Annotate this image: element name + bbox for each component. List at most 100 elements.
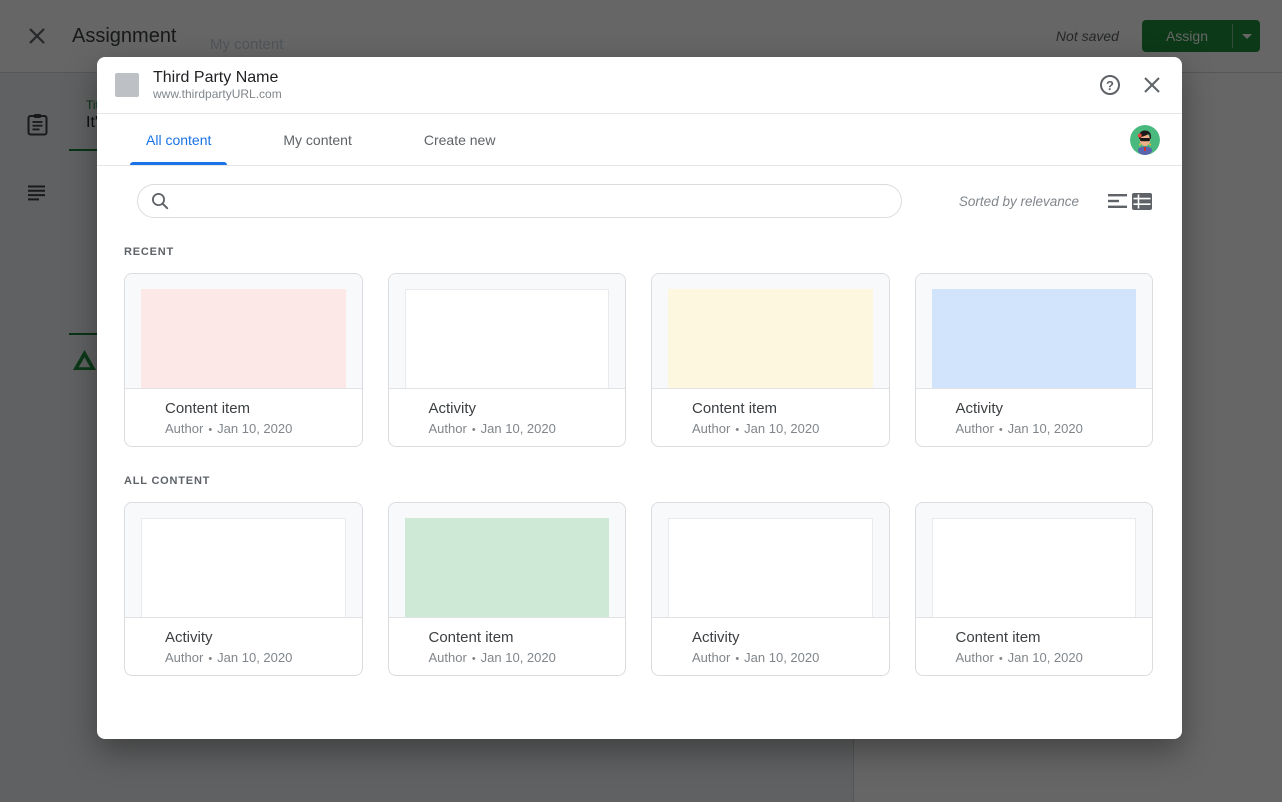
card-info: Content item Author•Jan 10, 2020 [916,618,1153,675]
byline-separator: • [472,653,476,665]
card-author: Author [429,421,467,436]
card-byline: Author•Jan 10, 2020 [956,421,1137,436]
content-card[interactable]: Activity Author•Jan 10, 2020 [915,273,1154,447]
third-party-logo [115,73,139,97]
byline-separator: • [999,653,1003,665]
card-title: Activity [692,628,873,647]
card-author: Author [165,421,203,436]
card-title: Content item [692,399,873,418]
card-thumbnail-area [389,274,626,389]
card-author: Author [165,650,203,665]
card-byline: Author • Jan 10, 2020 [165,650,346,665]
section-all-content: ALL CONTENT Activity Author • Jan 10, 2020… [124,475,1153,676]
card-date: Jan 10, 2020 [481,421,556,436]
avatar[interactable] [1130,125,1160,155]
search-box[interactable] [137,184,902,218]
dialog-header-actions: ? [1098,73,1164,97]
card-date: Jan 10, 2020 [217,421,292,436]
card-thumbnail [405,289,610,388]
content-card[interactable]: Activity Author • Jan 10, 2020 [124,502,363,676]
card-thumbnail [932,518,1137,617]
card-thumbnail-area [916,274,1153,389]
card-title: Content item [956,628,1137,647]
list-view-toggle-button[interactable] [1130,189,1154,213]
card-thumbnail-area [652,503,889,618]
help-button[interactable]: ? [1098,73,1122,97]
third-party-url: www.thirdpartyURL.com [153,87,282,102]
card-date: Jan 10, 2020 [744,650,819,665]
content-card[interactable]: Activity Author • Jan 10, 2020 [651,502,890,676]
card-byline: Author • Jan 10, 2020 [165,421,346,436]
card-author: Author [956,650,994,665]
card-thumbnail-area [652,274,889,389]
search-toolbar: Sorted by relevance [137,184,1154,218]
sort-status-text: Sorted by relevance [959,194,1079,209]
close-icon [1143,76,1161,94]
close-dialog-button[interactable] [1140,73,1164,97]
card-info: Content item Author • Jan 10, 2020 [125,389,362,446]
table-view-icon [1132,193,1152,210]
tab-my-content[interactable]: My content [267,114,367,165]
dialog-header: Third Party Name www.thirdpartyURL.com ? [97,57,1182,114]
card-grid: Content item Author•Jan 10, 2020 Activit… [124,273,1153,447]
third-party-picker-dialog: Third Party Name www.thirdpartyURL.com ?… [97,57,1182,739]
content-card[interactable]: Activity Author•Jan 10, 2020 [388,273,627,447]
byline-separator: • [472,424,476,436]
card-info: Activity Author • Jan 10, 2020 [652,618,889,675]
card-info: Activity Author•Jan 10, 2020 [389,389,626,446]
section-heading: RECENT [124,246,1153,258]
byline-separator: • [208,424,212,436]
content-card[interactable]: Content item Author • Jan 10, 2020 [388,502,627,676]
card-thumbnail [405,518,610,617]
card-info: Content item Author • Jan 10, 2020 [652,389,889,446]
card-author: Author [692,421,730,436]
section-heading: ALL CONTENT [124,475,1153,487]
tab-all-content[interactable]: All content [130,114,227,165]
content-tabs: All content My content Create new [97,114,1182,166]
tab-create-new[interactable]: Create new [408,114,512,165]
card-byline: Author•Jan 10, 2020 [956,650,1137,665]
content-card[interactable]: Content item Author • Jan 10, 2020 [651,273,890,447]
byline-separator: • [735,653,739,665]
content-card[interactable]: Content item Author•Jan 10, 2020 [915,502,1154,676]
section-recent: RECENT Content item Author•Jan 10, 2020 … [124,246,1153,447]
card-thumbnail-area [125,274,362,389]
card-date: Jan 10, 2020 [481,650,556,665]
user-avatar-illustration [1130,125,1160,155]
byline-separator: • [999,424,1003,436]
card-author: Author [956,421,994,436]
third-party-name: Third Party Name [153,68,282,87]
search-icon [151,192,169,210]
sort-icon [1108,193,1128,209]
help-icon: ? [1100,75,1120,95]
card-title: Content item [429,628,610,647]
card-thumbnail [141,289,346,388]
card-thumbnail-area [916,503,1153,618]
sort-button[interactable] [1106,189,1130,213]
card-byline: Author • Jan 10, 2020 [692,421,873,436]
card-byline: Author • Jan 10, 2020 [429,650,610,665]
card-thumbnail [668,518,873,617]
content-card[interactable]: Content item Author • Jan 10, 2020 [124,273,363,447]
byline-separator: • [208,653,212,665]
card-author: Author [429,650,467,665]
card-thumbnail-area [389,503,626,618]
card-title: Content item [165,399,346,418]
card-info: Activity Author•Jan 10, 2020 [916,389,1153,446]
card-date: Jan 10, 2020 [217,650,292,665]
card-thumbnail [668,289,873,388]
card-grid: Activity Author • Jan 10, 2020 Content ite… [124,502,1153,676]
byline-separator: • [735,424,739,436]
card-byline: Author • Jan 10, 2020 [692,650,873,665]
card-title: Activity [165,628,346,647]
card-date: Jan 10, 2020 [744,421,819,436]
card-thumbnail-area [125,503,362,618]
card-thumbnail [932,289,1137,388]
card-byline: Author • Jan 10, 2020 [429,421,610,436]
toolbar-right-group: Sorted by relevance [959,189,1154,213]
card-thumbnail [141,518,346,617]
card-info: Content item Author • Jan 10, 2020 [389,618,626,675]
content-area: RECENT Content item Author•Jan 10, 2020 … [97,246,1182,676]
search-input[interactable] [179,193,889,209]
card-author: Author [692,650,730,665]
